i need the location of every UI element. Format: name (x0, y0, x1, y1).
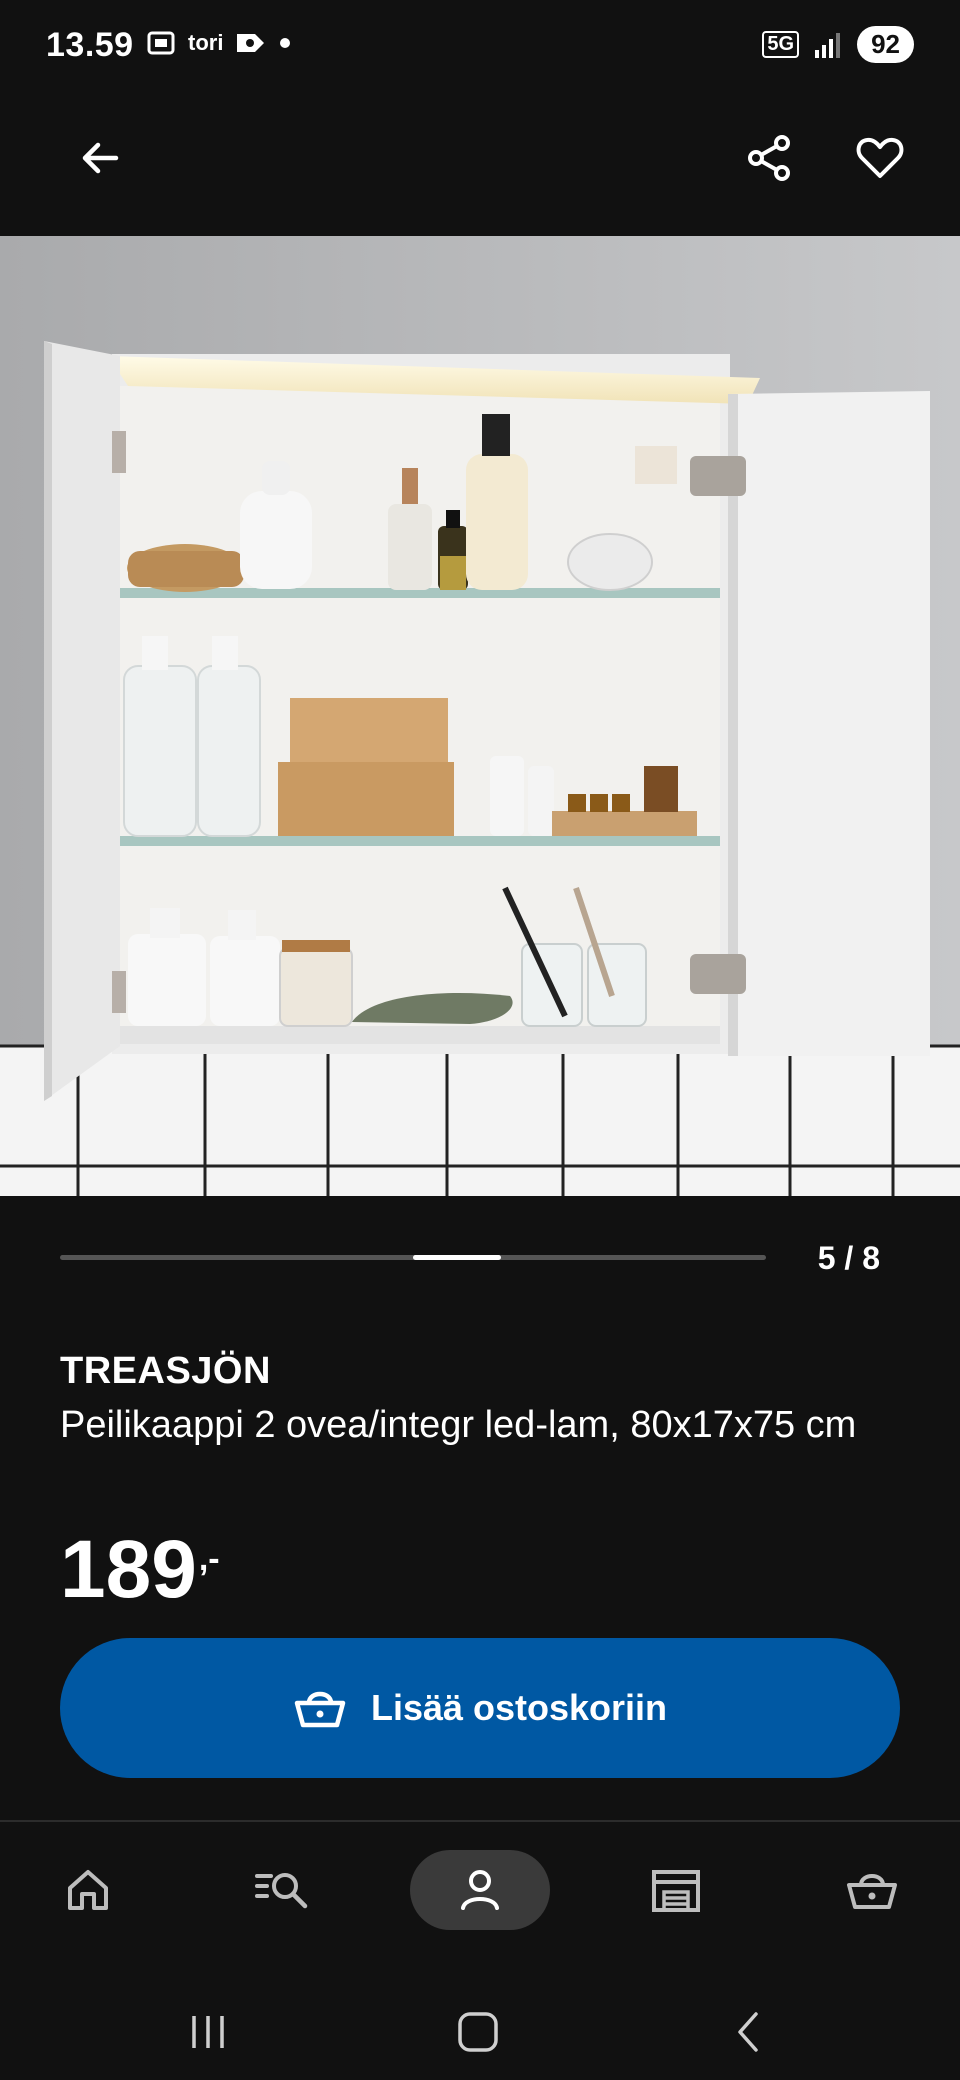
tag-icon (237, 34, 265, 52)
home-system-button[interactable] (448, 2002, 508, 2062)
home-icon (68, 1870, 108, 1910)
app-bar (0, 92, 960, 236)
gallery-counter: 5 / 8 (817, 1240, 880, 1276)
recent-apps-button[interactable] (178, 2002, 238, 2062)
share-icon (748, 135, 790, 181)
nav-search[interactable] (212, 1850, 352, 1930)
bottom-nav (0, 1822, 960, 1962)
favorite-button[interactable] (844, 122, 916, 194)
arrow-left-icon (82, 142, 119, 174)
tori-app-label: tori (188, 30, 224, 55)
nav-profile[interactable] (410, 1850, 550, 1930)
gallery-progress-indicator (413, 1255, 502, 1260)
notification-dot-icon (280, 38, 291, 48)
add-to-cart-button[interactable]: Lisää ostoskoriin (60, 1638, 900, 1778)
system-nav-bar (0, 1962, 960, 2080)
price-suffix: ,- (198, 1540, 220, 1578)
price-value: 189 (60, 1524, 197, 1615)
product-image[interactable] (0, 236, 960, 1196)
battery-indicator: 92 (857, 26, 914, 63)
store-icon (652, 1870, 700, 1912)
add-to-cart-label: Lisää ostoskoriin (370, 1687, 668, 1728)
home-square-icon (458, 2012, 498, 2052)
system-back-button[interactable] (718, 2002, 778, 2062)
heart-outline-icon (856, 137, 904, 178)
status-left-icons: tori (144, 26, 293, 60)
profile-icon (461, 1870, 499, 1910)
nav-home[interactable] (18, 1850, 158, 1930)
product-price: 189 ,- (60, 1525, 220, 1615)
nav-stores[interactable] (606, 1850, 746, 1930)
status-time: 13.59 (46, 26, 134, 64)
status-bar: 13.59 tori 5G 92 (0, 0, 960, 92)
product-brand: TREASJÖN (60, 1350, 271, 1392)
search-list-icon (255, 1873, 308, 1909)
product-description: Peilikaappi 2 ovea/integr led-lam, 80x17… (60, 1404, 857, 1446)
network-5g-icon: 5G (762, 31, 800, 58)
share-button[interactable] (734, 122, 806, 194)
chevron-left-icon (738, 2012, 758, 2052)
signal-icon (815, 32, 841, 58)
nav-cart[interactable] (802, 1850, 942, 1930)
back-button[interactable] (64, 122, 136, 194)
status-right: 5G 92 (762, 26, 914, 63)
recent-apps-icon (192, 2016, 224, 2048)
gallery-progress-bar (60, 1255, 766, 1260)
basket-icon (847, 1874, 897, 1909)
basket-icon (294, 1691, 346, 1728)
screenshot-icon (147, 31, 175, 55)
product-photo (0, 236, 960, 1196)
